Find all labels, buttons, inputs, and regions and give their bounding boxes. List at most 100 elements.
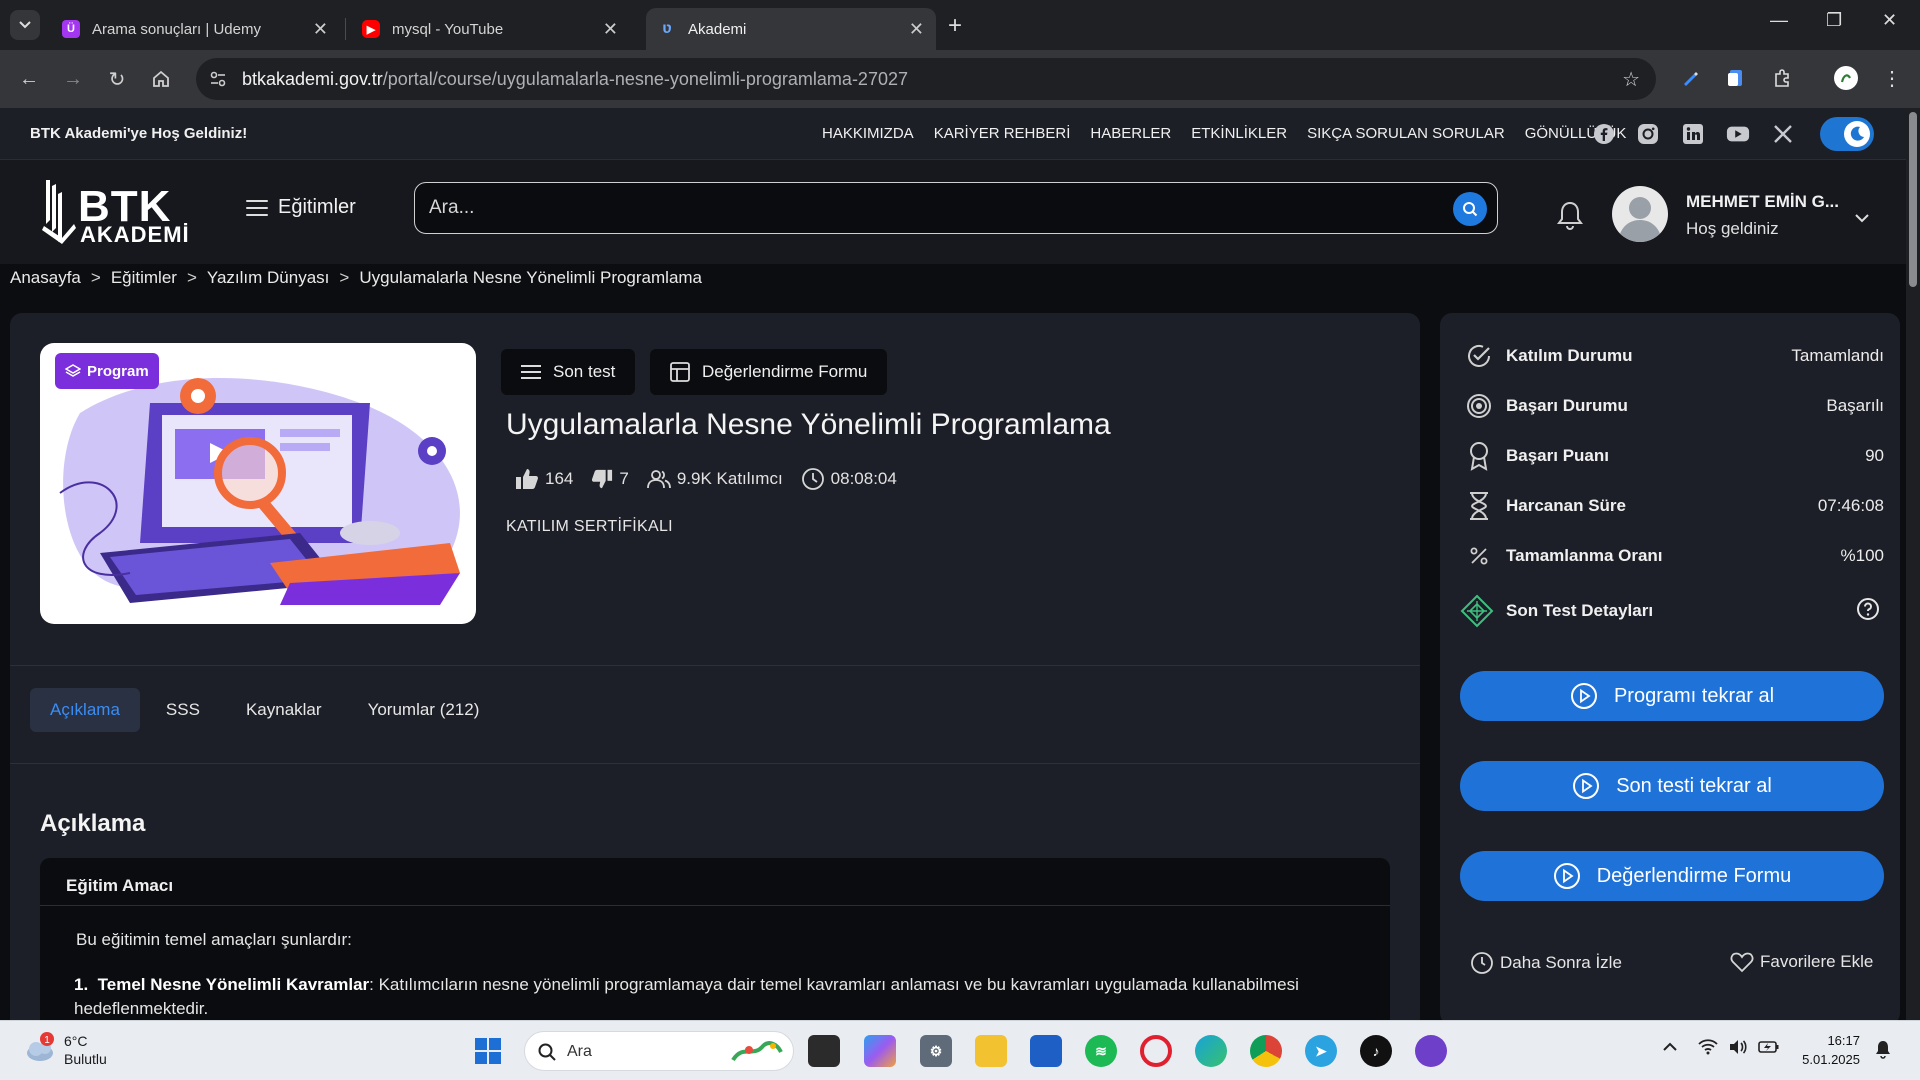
taskbar-clock[interactable]: 16:17 5.01.2025 <box>1790 1031 1860 1069</box>
close-tab-icon[interactable]: ✕ <box>313 19 328 40</box>
docs-extension-icon[interactable] <box>1724 66 1748 90</box>
site-search <box>414 182 1498 234</box>
breadcrumb-separator: > <box>339 268 350 287</box>
home-icon[interactable] <box>146 64 176 94</box>
status-row-score: Başarı Puanı 90 <box>1464 438 1884 474</box>
notification-bell-icon[interactable] <box>1874 1039 1892 1063</box>
welcome-text: BTK Akademi'ye Hoş Geldiniz! <box>30 125 248 142</box>
browser-tab-youtube[interactable]: ▶ mysql - YouTube ✕ <box>350 8 630 50</box>
new-tab-button[interactable]: + <box>948 12 962 40</box>
spotify-icon[interactable]: ≋ <box>1085 1035 1117 1067</box>
extensions-icon[interactable] <box>1770 66 1794 90</box>
side-evaluation-form-button[interactable]: Değerlendirme Formu <box>1460 851 1884 901</box>
notification-bell-icon[interactable] <box>1556 200 1584 230</box>
dislike-stat[interactable]: 7 <box>591 468 629 490</box>
tab-separator <box>345 18 346 40</box>
clock-icon <box>801 468 824 490</box>
site-info-icon[interactable] <box>208 69 228 89</box>
forward-icon[interactable]: → <box>58 64 88 94</box>
battery-icon[interactable] <box>1758 1039 1780 1059</box>
trainings-menu-button[interactable]: Eğitimler <box>246 196 356 219</box>
more-menu-icon[interactable]: ⋮ <box>1880 66 1904 90</box>
retake-test-button[interactable]: Son testi tekrar al <box>1460 761 1884 811</box>
settings-gear-icon[interactable]: ⚙ <box>920 1035 952 1067</box>
pen-extension-icon[interactable] <box>1678 66 1702 90</box>
tiktok-icon[interactable]: ♪ <box>1360 1035 1392 1067</box>
weather-widget[interactable]: 1 6°C Bulutlu <box>22 1031 107 1072</box>
tab-resources[interactable]: Kaynaklar <box>226 688 342 732</box>
minimize-icon[interactable]: — <box>1770 10 1788 31</box>
tab-faq[interactable]: SSS <box>146 688 220 732</box>
theme-toggle[interactable] <box>1820 117 1874 151</box>
bookmark-star-icon[interactable]: ☆ <box>1622 67 1640 92</box>
retake-program-label: Programı tekrar al <box>1613 684 1775 707</box>
taskbar-search[interactable]: Ara <box>524 1031 794 1071</box>
windows-start-icon[interactable] <box>472 1035 504 1067</box>
hourglass-icon <box>1464 491 1494 521</box>
like-count: 164 <box>545 469 574 488</box>
like-stat[interactable]: 164 <box>515 468 573 490</box>
tab-title: Arama sonuçları | Udemy <box>92 20 261 38</box>
status-label: Başarı Durumu <box>1506 396 1628 415</box>
file-explorer-icon[interactable] <box>975 1035 1007 1067</box>
x-twitter-icon[interactable] <box>1771 122 1795 146</box>
volume-icon[interactable] <box>1728 1039 1748 1059</box>
close-window-icon[interactable]: ✕ <box>1882 10 1897 31</box>
dislike-count: 7 <box>619 469 629 488</box>
search-button[interactable] <box>1453 192 1487 226</box>
tab-description[interactable]: Açıklama <box>30 688 140 732</box>
facebook-icon[interactable] <box>1592 122 1616 146</box>
edge-icon[interactable] <box>1195 1035 1227 1067</box>
task-view-icon[interactable] <box>808 1035 840 1067</box>
address-bar[interactable]: btkakademi.gov.tr/portal/course/uygulama… <box>196 58 1656 100</box>
nav-link-events[interactable]: ETKİNLİKLER <box>1191 125 1287 142</box>
btk-icon: ʋ <box>662 20 672 37</box>
back-icon[interactable]: ← <box>14 64 44 94</box>
nav-link-career[interactable]: KARİYER REHBERİ <box>934 125 1071 142</box>
final-test-button[interactable]: Son test <box>501 349 636 395</box>
restore-icon[interactable]: ❐ <box>1826 10 1842 31</box>
retake-program-button[interactable]: Programı tekrar al <box>1460 671 1884 721</box>
btk-akademi-logo[interactable]: BTK AKADEMİ <box>42 180 212 248</box>
telegram-icon[interactable]: ➤ <box>1305 1035 1337 1067</box>
github-desktop-icon[interactable] <box>1415 1035 1447 1067</box>
udemy-icon: Ü <box>62 20 80 38</box>
nav-link-faq[interactable]: SIKÇA SORULAN SORULAR <box>1307 125 1505 142</box>
user-avatar[interactable] <box>1612 186 1668 242</box>
final-test-details-row[interactable]: Son Test Detayları <box>1460 593 1880 629</box>
chrome-icon[interactable] <box>1250 1035 1282 1067</box>
nav-link-about[interactable]: HAKKIMIZDA <box>822 125 914 142</box>
user-menu-chevron-icon[interactable] <box>1854 210 1870 226</box>
reload-icon[interactable]: ↻ <box>102 64 132 94</box>
watch-later-link[interactable]: Daha Sonra İzle <box>1470 951 1622 975</box>
tab-comments[interactable]: Yorumlar (212) <box>348 688 500 732</box>
close-tab-icon[interactable]: ✕ <box>603 19 618 40</box>
breadcrumb-category[interactable]: Yazılım Dünyası <box>207 268 330 288</box>
help-circle-icon[interactable] <box>1856 597 1880 626</box>
tab-title: Akademi <box>688 20 747 38</box>
course-title: Uygulamalarla Nesne Yönelimli Programlam… <box>506 408 1111 441</box>
profile-icon[interactable] <box>1834 66 1858 90</box>
copilot-icon[interactable] <box>864 1035 896 1067</box>
microsoft-store-icon[interactable] <box>1030 1035 1062 1067</box>
nav-link-news[interactable]: HABERLER <box>1090 125 1171 142</box>
page-scrollbar-thumb[interactable] <box>1909 112 1917 287</box>
breadcrumb-trainings[interactable]: Eğitimler <box>111 268 177 288</box>
add-favorite-link[interactable]: Favorilere Ekle <box>1730 951 1873 973</box>
browser-tab-akademi[interactable]: ʋ Akademi ✕ <box>646 8 936 50</box>
tab-search-button[interactable] <box>10 10 40 40</box>
close-tab-icon[interactable]: ✕ <box>909 19 924 40</box>
user-name[interactable]: MEHMET EMİN G... <box>1686 192 1839 212</box>
opera-icon[interactable] <box>1140 1035 1172 1067</box>
breadcrumb-home[interactable]: Anasayfa <box>10 268 81 288</box>
search-input[interactable] <box>429 195 1379 221</box>
linkedin-icon[interactable] <box>1681 122 1705 146</box>
evaluation-form-button[interactable]: Değerlendirme Formu <box>650 349 888 395</box>
instagram-icon[interactable] <box>1636 122 1660 146</box>
wifi-icon[interactable] <box>1698 1039 1718 1059</box>
status-label: Katılım Durumu <box>1506 346 1633 365</box>
tray-overflow-icon[interactable] <box>1662 1039 1678 1056</box>
thumbs-up-icon <box>516 469 538 489</box>
browser-tab-udemy[interactable]: Ü Arama sonuçları | Udemy ✕ <box>50 8 340 50</box>
youtube-icon[interactable] <box>1726 122 1750 146</box>
